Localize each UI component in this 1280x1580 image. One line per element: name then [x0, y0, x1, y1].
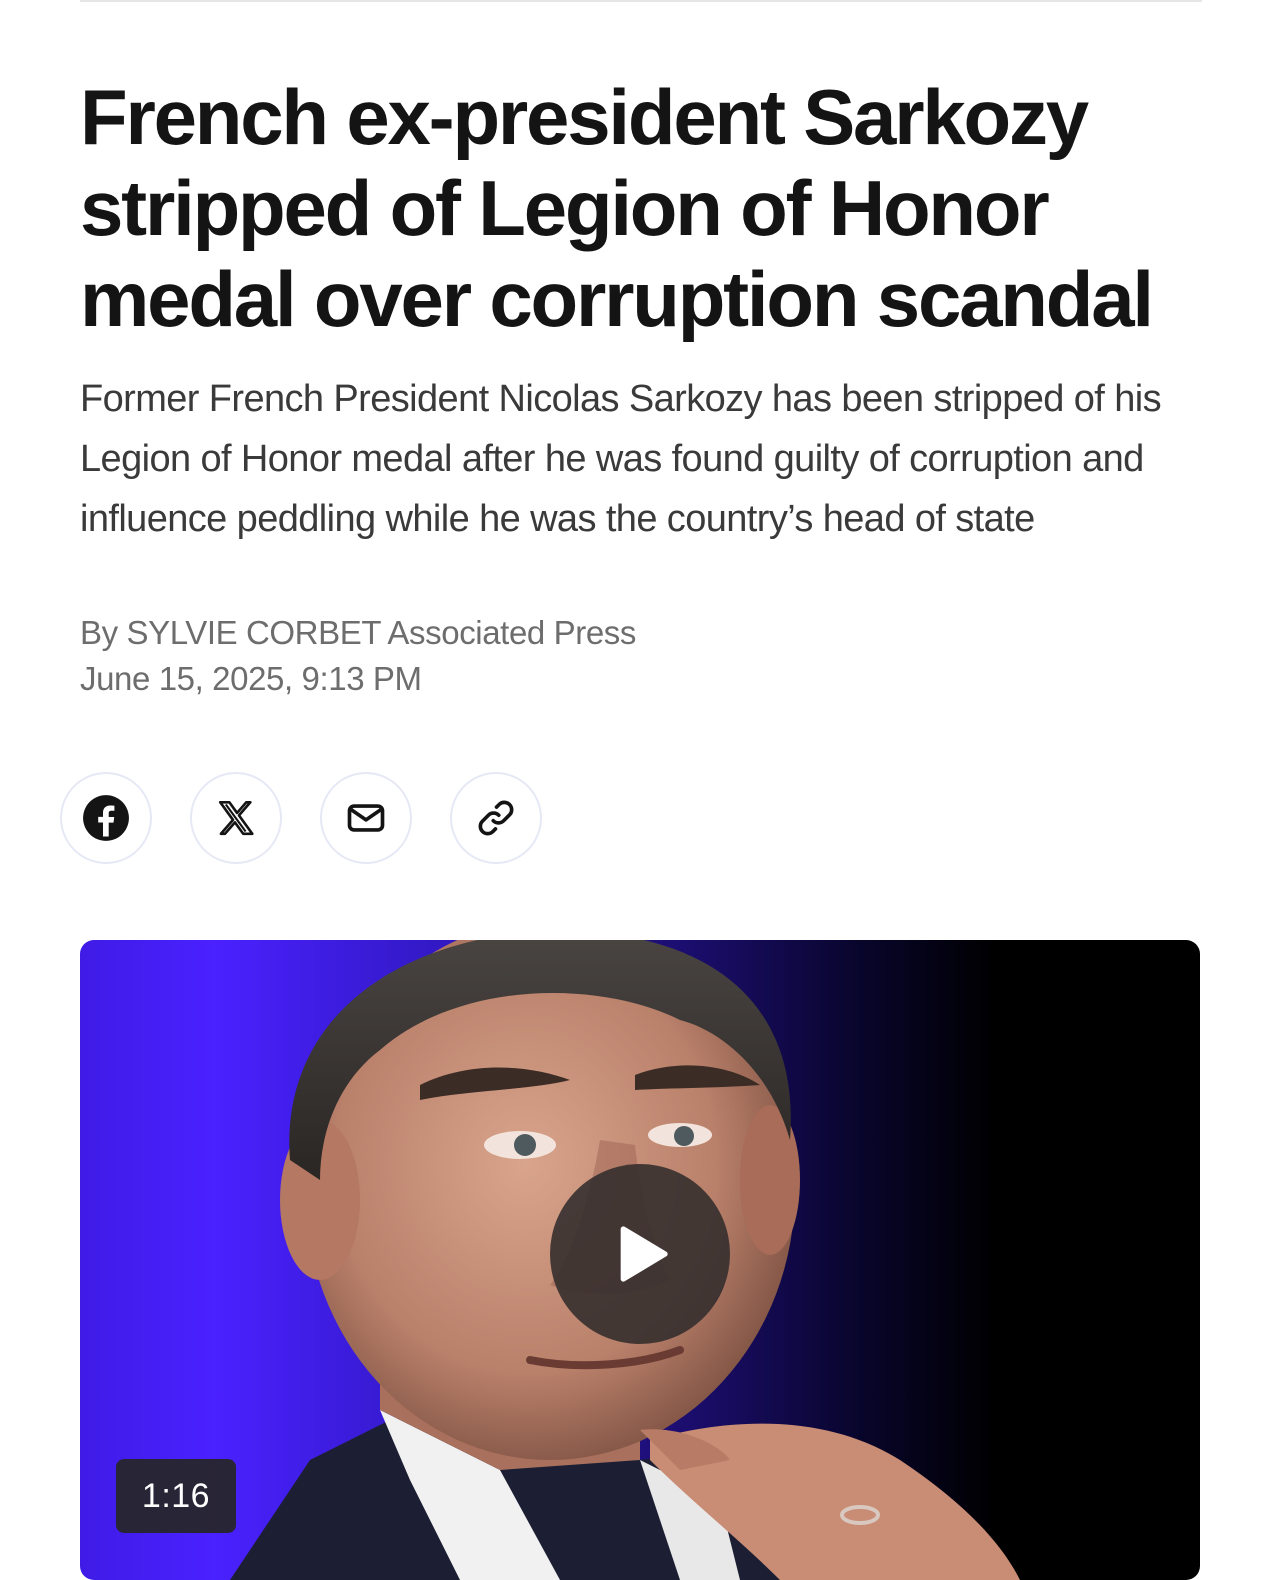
article-dek: Former French President Nicolas Sarkozy … — [80, 378, 1162, 540]
play-button[interactable] — [550, 1164, 730, 1344]
video-duration-badge: 1:16 — [116, 1459, 236, 1533]
play-icon — [620, 1226, 668, 1282]
copy-link-button[interactable] — [450, 772, 542, 864]
byline: By SYLVIE CORBET Associated Press — [80, 614, 636, 651]
share-bar — [60, 772, 542, 864]
share-email-button[interactable] — [320, 772, 412, 864]
byline-block: By SYLVIE CORBET Associated Press June 1… — [80, 610, 636, 702]
facebook-icon — [83, 795, 129, 841]
dateline: June 15, 2025, 9:13 PM — [80, 660, 422, 697]
article-header: French ex-president Sarkozy stripped of … — [80, 72, 1202, 549]
link-icon — [478, 800, 514, 836]
x-icon — [218, 800, 254, 836]
mail-icon — [347, 804, 385, 832]
share-x-button[interactable] — [190, 772, 282, 864]
article-headline: French ex-president Sarkozy stripped of … — [80, 73, 1154, 343]
top-divider — [80, 0, 1202, 2]
share-facebook-button[interactable] — [60, 772, 152, 864]
video-player[interactable]: 1:16 — [80, 940, 1200, 1580]
